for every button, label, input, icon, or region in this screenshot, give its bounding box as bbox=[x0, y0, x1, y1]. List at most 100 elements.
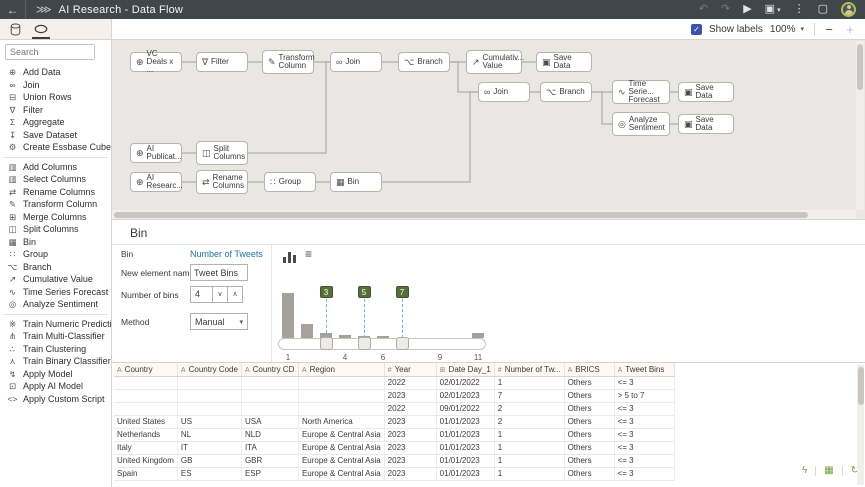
bin-slider-handle[interactable] bbox=[357, 337, 371, 350]
sidebar-item-merge-columns[interactable]: ⊞ Merge Columns bbox=[0, 211, 112, 224]
sidebar-item-bin[interactable]: ▦ Bin bbox=[0, 236, 112, 249]
flow-elements-tab[interactable] bbox=[32, 19, 50, 39]
column-header-country-code[interactable]: A Country Code bbox=[177, 363, 242, 377]
sidebar-item-create-essbase-cube[interactable]: ⚙ Create Essbase Cube bbox=[0, 141, 112, 154]
bin-column-link[interactable]: Number of Tweets bbox=[190, 249, 263, 259]
list-view-icon[interactable]: ≡ bbox=[305, 247, 312, 261]
ai-research-dataset-node[interactable]: ⊕ AI Researc... bbox=[130, 172, 183, 192]
undo-icon[interactable]: ↶ bbox=[699, 4, 708, 15]
zoom-level-select[interactable]: 100% ▾ bbox=[770, 24, 807, 35]
sidebar-item-join[interactable]: ∞ Join bbox=[0, 79, 112, 92]
bookmark-icon[interactable]: ▢ bbox=[818, 4, 828, 15]
sidebar-item-add-columns[interactable]: ▥ Add Columns bbox=[0, 161, 112, 174]
method-select[interactable]: Manual ▾ bbox=[190, 313, 248, 330]
transform-column-node[interactable]: ✎ Transform Column bbox=[262, 50, 315, 74]
zoom-in-button[interactable]: + bbox=[843, 22, 857, 37]
number-of-bins-value[interactable]: 4 bbox=[190, 286, 213, 303]
sidebar-item-apply-custom-script[interactable]: <> Apply Custom Script bbox=[0, 393, 112, 406]
save-button[interactable]: ▣ ▾ bbox=[765, 4, 781, 15]
table-cell: 01/01/2023 bbox=[436, 467, 495, 481]
node-label: Branch bbox=[417, 57, 443, 66]
time-series-forecast-node[interactable]: ∿ Time Serie... Forecast bbox=[612, 80, 670, 104]
flash-icon[interactable]: ϟ bbox=[802, 466, 807, 476]
join-1-node[interactable]: ∞ Join bbox=[330, 52, 382, 72]
column-header-country-cd[interactable]: A Country CD bbox=[241, 363, 299, 377]
cumulative-value-node[interactable]: ↗ Cumulativ... Value bbox=[466, 50, 525, 74]
save-data-1-node[interactable]: ▣ Save Data bbox=[536, 52, 592, 72]
column-header-region[interactable]: A Region bbox=[298, 363, 385, 377]
sidebar-item-rename-columns[interactable]: ⇄ Rename Columns bbox=[0, 186, 112, 199]
table-view-icon[interactable]: ▦ bbox=[824, 466, 833, 476]
sidebar-item-aggregate[interactable]: Σ Aggregate bbox=[0, 116, 112, 129]
split-columns-node[interactable]: ◫ Split Columns bbox=[196, 141, 248, 165]
sidebar-item-filter[interactable]: ∇ Filter bbox=[0, 104, 112, 117]
canvas-horizontal-scrollbar[interactable] bbox=[112, 210, 856, 219]
histogram-view-icon[interactable] bbox=[283, 251, 297, 263]
group-node[interactable]: ∷ Group bbox=[264, 172, 316, 192]
sidebar-item-cumulative-value[interactable]: ↗ Cumulative Value bbox=[0, 273, 112, 286]
sidebar-item-analyze-sentiment[interactable]: ◎ Analyze Sentiment bbox=[0, 298, 112, 311]
column-header-country[interactable]: A Country bbox=[114, 363, 178, 377]
branch-1-node[interactable]: ⌥ Branch bbox=[398, 52, 450, 72]
column-header-year[interactable]: # Year bbox=[384, 363, 437, 377]
bin-slider-handle[interactable] bbox=[319, 337, 333, 350]
show-labels-checkbox[interactable]: ✓ bbox=[690, 23, 702, 35]
scrollbar-thumb[interactable] bbox=[857, 44, 863, 90]
sidebar-item-split-columns[interactable]: ◫ Split Columns bbox=[0, 223, 112, 236]
run-dataflow-icon[interactable]: ▶ bbox=[743, 4, 751, 15]
scrollbar-thumb[interactable] bbox=[114, 211, 808, 218]
add-columns-icon: ▥ bbox=[8, 161, 17, 172]
kebab-menu-icon[interactable]: ⋮ bbox=[794, 4, 805, 15]
filter-node[interactable]: ∇ Filter bbox=[196, 52, 248, 72]
sidebar-item-add-data[interactable]: ⊕ Add Data bbox=[0, 66, 112, 79]
sidebar-item-time-series-forecast[interactable]: ∿ Time Series Forecast bbox=[0, 286, 112, 299]
join-2-node[interactable]: ∞ Join bbox=[478, 82, 530, 102]
rename-columns-node[interactable]: ⇄ Rename Columns bbox=[196, 170, 248, 194]
column-header-tweet-bins[interactable]: A Tweet Bins bbox=[614, 363, 675, 377]
user-avatar[interactable] bbox=[841, 2, 856, 17]
back-button[interactable]: ← bbox=[0, 0, 26, 19]
data-panel-tab[interactable] bbox=[10, 19, 21, 39]
stepper-up-button[interactable]: ∧ bbox=[227, 286, 243, 303]
sidebar-item-save-dataset[interactable]: ↧ Save Dataset bbox=[0, 129, 112, 142]
sidebar-item-train-numeric-prediction[interactable]: ※ Train Numeric Prediction bbox=[0, 318, 122, 331]
scrollbar-thumb[interactable] bbox=[857, 367, 864, 405]
sidebar-item-select-columns[interactable]: ▥ Select Columns bbox=[0, 173, 112, 186]
sidebar-item-train-binary-classifier[interactable]: ⋏ Train Binary Classifier bbox=[0, 355, 112, 368]
sidebar-item-union-rows[interactable]: ⊟ Union Rows bbox=[0, 91, 112, 104]
stepper-down-button[interactable]: ∨ bbox=[212, 286, 228, 303]
sidebar-item-train-multi-classifier[interactable]: ⋔ Train Multi-Classifier bbox=[0, 330, 112, 343]
expand-panels-icon[interactable]: ⋙ bbox=[36, 3, 52, 16]
sidebar-item-transform-column[interactable]: ✎ Transform Column bbox=[0, 198, 112, 211]
branch-2-node[interactable]: ⌥ Branch bbox=[540, 82, 592, 102]
sidebar-item-group[interactable]: ∷ Group bbox=[0, 248, 112, 261]
sidebar-item-label: Add Data bbox=[23, 67, 61, 78]
analyze-sentiment-node[interactable]: ◎ Analyze Sentiment bbox=[612, 112, 670, 136]
column-header-brics[interactable]: A BRICS bbox=[564, 363, 615, 377]
zoom-out-button[interactable]: − bbox=[822, 22, 836, 37]
new-element-name-input[interactable] bbox=[190, 264, 248, 281]
num-type-icon: # bbox=[387, 366, 392, 374]
column-header-date-day-1[interactable]: ⊞ Date Day_1 bbox=[436, 363, 495, 377]
redo-icon[interactable]: ↷ bbox=[721, 4, 730, 15]
column-header-number-of-tw[interactable]: # Number of Tw... bbox=[494, 363, 565, 377]
canvas-vertical-scrollbar[interactable] bbox=[856, 41, 864, 210]
node-label: Cumulativ... Value bbox=[482, 53, 525, 70]
save-data-3-node[interactable]: ▣ Save Data bbox=[678, 114, 734, 134]
search-input[interactable] bbox=[5, 44, 95, 60]
sidebar-item-apply-model[interactable]: ↯ Apply Model bbox=[0, 368, 112, 381]
table-cell: 2023 bbox=[384, 441, 437, 455]
save-data-2-node[interactable]: ▣ Save Data bbox=[678, 82, 734, 102]
table-vertical-scrollbar[interactable] bbox=[857, 365, 864, 485]
ai-publications-dataset-node[interactable]: ⊕ AI Publicat... bbox=[130, 143, 182, 163]
table-cell: 1 bbox=[494, 454, 565, 468]
histogram-bar bbox=[301, 324, 313, 338]
bin-slider-track[interactable] bbox=[278, 338, 486, 350]
sidebar-item-apply-ai-model[interactable]: ⊡ Apply AI Model bbox=[0, 380, 112, 393]
column-header-label: Date Day_1 bbox=[448, 364, 491, 374]
sidebar-item-train-clustering[interactable]: ∴ Train Clustering bbox=[0, 343, 112, 356]
bin-node[interactable]: ▦ Bin bbox=[330, 172, 382, 192]
sidebar-item-branch[interactable]: ⌥ Branch bbox=[0, 261, 112, 274]
bin-slider-handle[interactable] bbox=[395, 337, 409, 350]
vc-deals-dataset-node[interactable]: ⊕ VC Deals x ... bbox=[130, 50, 182, 74]
